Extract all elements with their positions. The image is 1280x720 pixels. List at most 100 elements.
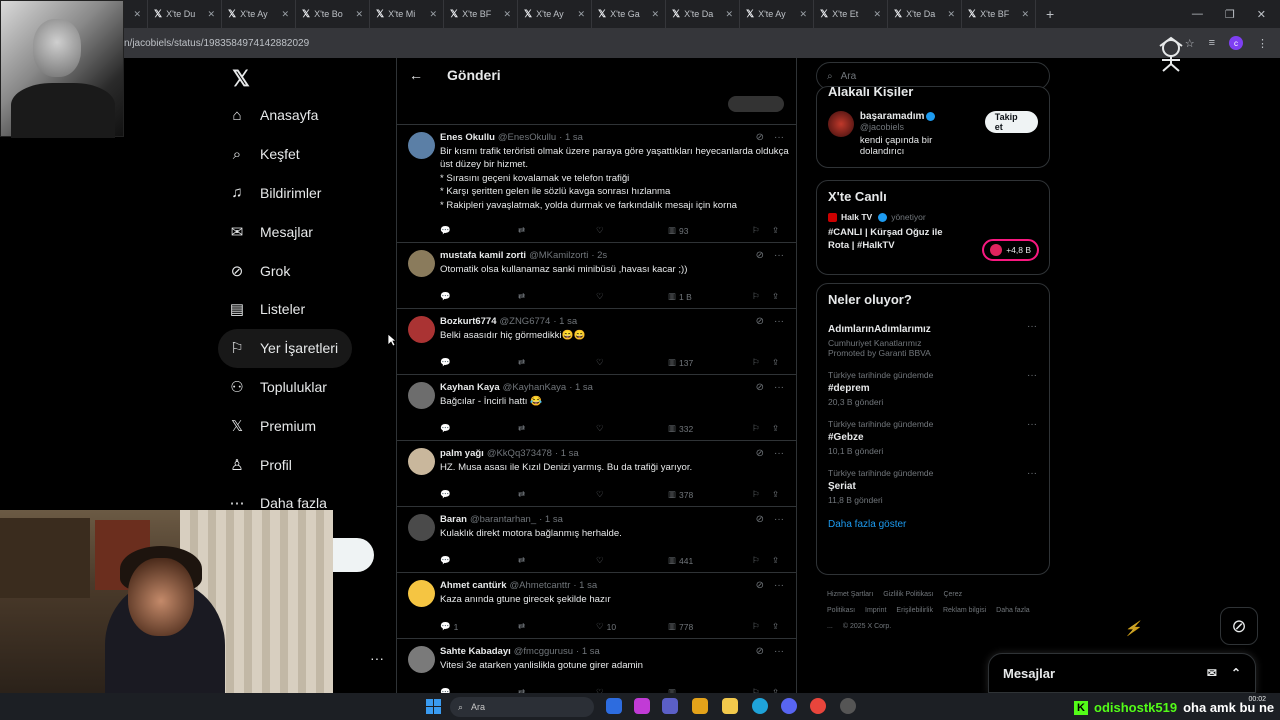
close-icon[interactable]: ✕ [133, 9, 141, 20]
tweet-author-handle[interactable]: @KkQq373478 [487, 448, 552, 459]
sidebar-item-profil[interactable]: ♙ Profil [218, 445, 388, 484]
views-button[interactable]: ▥ 332 [668, 423, 752, 434]
new-message-icon[interactable]: ✉ [1207, 666, 1217, 680]
like-button[interactable]: ♡ [596, 489, 668, 500]
sidebar-item-grok[interactable]: ⊘ Grok [218, 251, 388, 290]
more-icon[interactable]: ··· [1027, 419, 1037, 430]
more-icon[interactable]: ··· [774, 382, 784, 393]
repost-button[interactable]: ⇄ [518, 555, 596, 566]
repost-button[interactable]: ⇄ [518, 423, 596, 434]
minimize-icon[interactable]: — [1192, 8, 1203, 21]
trend-item[interactable]: Türkiye tarihinde gündemde Şeriat 11,8 B g… [817, 462, 1049, 511]
bookmark-button[interactable]: ⚐ [752, 423, 772, 434]
live-listeners-badge[interactable]: +4,8 B [982, 239, 1039, 261]
related-user-row[interactable]: başaramadım @jacobiels kendi çapında bir… [817, 107, 1049, 161]
tweet-author-name[interactable]: Baran [440, 514, 467, 525]
tweet-time[interactable]: · 1 sa [569, 382, 593, 393]
tweet[interactable]: Ahmet cantürk @Ahmetcanttr · 1 sa ⊘ ··· Kaza … [397, 573, 796, 639]
close-icon[interactable]: ✕ [799, 9, 807, 20]
more-icon[interactable]: ··· [774, 646, 784, 657]
close-icon[interactable]: ✕ [281, 9, 289, 20]
url-field[interactable]: n/jacobiels/status/1983584974142882029 [124, 38, 309, 49]
trend-item[interactable]: Türkiye tarihinde gündemde #deprem 20,3 B … [817, 364, 1049, 413]
tweet-author-name[interactable]: mustafa kamil zorti [440, 250, 526, 261]
share-button[interactable]: ⇪ [772, 489, 779, 500]
share-button[interactable]: ⇪ [772, 291, 779, 302]
close-icon[interactable]: ✕ [355, 9, 363, 20]
live-stream-title[interactable]: #CANLI | Kürşad Oğuz ile Rota | #HalkTV [817, 222, 977, 256]
share-button[interactable]: ⇪ [772, 423, 779, 434]
repost-button[interactable]: ⇄ [518, 225, 596, 236]
windows-start-icon[interactable] [426, 699, 441, 714]
tweet-author-handle[interactable]: @ZNG6774 [500, 316, 551, 327]
reply-button[interactable]: 💬 1 [440, 621, 518, 632]
tweet-author-name[interactable]: Bozkurt6774 [440, 316, 497, 327]
messages-drawer[interactable]: Mesajlar ✉ ⌃ [988, 653, 1256, 693]
views-button[interactable]: ▥ 137 [668, 357, 752, 368]
more-icon[interactable]: ··· [774, 580, 784, 591]
teams-icon[interactable] [662, 698, 678, 714]
repost-button[interactable]: ⇄ [518, 291, 596, 302]
more-icon[interactable]: ··· [1027, 370, 1037, 381]
views-button[interactable]: ▥ 441 [668, 555, 752, 566]
live-source[interactable]: Halk TV yönetiyor [817, 212, 1049, 222]
avatar[interactable] [408, 448, 435, 475]
more-icon[interactable]: ··· [774, 250, 784, 261]
trend-item[interactable]: AdımlarınAdımlarımız Cumhuriyet Kanatları… [817, 315, 1049, 364]
browser-tab[interactable]: 𝕏 X'te Ay ✕ [222, 0, 296, 28]
tweet[interactable]: palm yağı @KkQq373478 · 1 sa ⊘ ··· HZ. Musa a… [397, 441, 796, 507]
more-icon[interactable]: ··· [774, 448, 784, 459]
tweet-author-name[interactable]: Ahmet cantürk [440, 580, 507, 591]
reply-button[interactable]: 💬 [440, 291, 518, 302]
tweet[interactable]: Enes Okullu @EnesOkullu · 1 sa ⊘ ··· Bir kısm… [397, 125, 796, 243]
views-button[interactable]: ▥ 1 B [668, 291, 752, 302]
chrome-icon[interactable] [810, 698, 826, 714]
avatar[interactable] [408, 580, 435, 607]
grok-icon[interactable]: ⊘ [756, 382, 764, 393]
share-button[interactable]: ⇪ [772, 357, 779, 368]
grok-icon[interactable]: ⊘ [756, 514, 764, 525]
browser-tab[interactable]: 𝕏 X'te Ga ✕ [592, 0, 666, 28]
repost-button[interactable]: ⇄ [518, 621, 596, 632]
tweet-time[interactable]: · 1 sa [576, 646, 600, 657]
share-button[interactable]: ⇪ [772, 555, 779, 566]
tweet-author-handle[interactable]: @MKamilzorti [529, 250, 588, 261]
tweet-author-handle[interactable]: @KayhanKaya [503, 382, 567, 393]
bookmark-button[interactable]: ⚐ [752, 225, 772, 236]
repost-button[interactable]: ⇄ [518, 357, 596, 368]
grok-icon[interactable]: ⊘ [756, 646, 764, 657]
sidebar-item-bildirimler[interactable]: ♫ Bildirimler [218, 174, 388, 213]
menu-icon[interactable]: ⋮ [1257, 37, 1268, 50]
follow-button[interactable]: Takip et [984, 111, 1038, 133]
bookmark-button[interactable]: ⚐ [752, 621, 772, 632]
share-button[interactable]: ⇪ [772, 621, 779, 632]
more-icon[interactable]: ··· [774, 132, 784, 143]
sidebar-item-mesajlar[interactable]: ✉ Mesajlar [218, 212, 388, 251]
footer-link[interactable]: Hizmet Şartları [827, 591, 873, 598]
grok-icon[interactable]: ⊘ [756, 448, 764, 459]
reply-button[interactable]: 💬 [440, 555, 518, 566]
browser-tab[interactable]: 𝕏 X'te Da ✕ [888, 0, 962, 28]
browser-tab[interactable]: 𝕏 X'te Du ✕ [148, 0, 222, 28]
repost-button[interactable]: ⇄ [518, 489, 596, 500]
like-button[interactable]: ♡ [596, 555, 668, 566]
grok-icon[interactable]: ⊘ [756, 316, 764, 327]
like-button[interactable]: ♡ [596, 357, 668, 368]
new-tab-button[interactable]: + [1036, 6, 1064, 22]
browser-tab[interactable]: 𝕏 X'te Ay ✕ [518, 0, 592, 28]
grok-icon[interactable]: ⊘ [756, 580, 764, 591]
browser-tab[interactable]: 𝕏 X'te Et ✕ [814, 0, 888, 28]
file-explorer-icon[interactable] [722, 698, 738, 714]
like-button[interactable]: ♡ [596, 225, 668, 236]
bookmark-button[interactable]: ⚐ [752, 555, 772, 566]
avatar[interactable] [408, 514, 435, 541]
back-arrow-icon[interactable]: ← [409, 67, 423, 83]
grok-icon[interactable]: ⊘ [756, 250, 764, 261]
sidebar-item-listeler[interactable]: ▤ Listeler [218, 290, 388, 329]
tweet-time[interactable]: · 1 sa [573, 580, 597, 591]
tweet-author-name[interactable]: Sahte Kabadayı [440, 646, 511, 657]
avatar[interactable] [408, 316, 435, 343]
avatar[interactable] [828, 111, 854, 137]
grok-icon[interactable]: ⊘ [756, 132, 764, 143]
tweet-author-name[interactable]: Kayhan Kaya [440, 382, 500, 393]
